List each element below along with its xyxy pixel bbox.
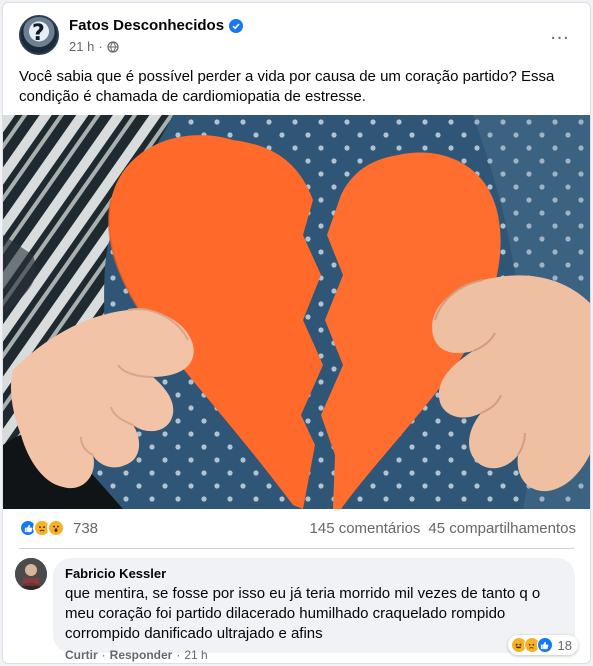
comment-reactions[interactable]: 18 <box>507 635 578 655</box>
post-text: Você sabia que é possível perder a vida … <box>19 68 555 105</box>
comment-bubble: Fabricio Kessler que mentira, se fosse p… <box>53 558 575 653</box>
reply-comment-button[interactable]: Responder <box>110 648 173 662</box>
reactions-summary-bar: 738 145 comentários 45 compartilhamentos <box>19 517 576 539</box>
ellipsis-icon: … <box>549 22 571 44</box>
post-image-broken-heart[interactable] <box>3 115 590 509</box>
like-reaction-icon <box>536 637 553 653</box>
question-mark-logo-icon: ? <box>32 21 45 46</box>
commenter-photo <box>15 558 47 590</box>
meta-separator: · <box>98 39 103 54</box>
comment-author-link[interactable]: Fabricio Kessler <box>65 566 563 582</box>
comment-time-link[interactable]: 21 h <box>184 648 207 662</box>
page-name-link[interactable]: Fatos Desconhecidos <box>69 17 224 34</box>
wow-reaction-icon <box>47 519 65 537</box>
action-separator: · <box>176 648 181 662</box>
post-card: ? Fatos Desconhecidos 21 h · … Você sabi… <box>2 2 591 664</box>
broken-heart-photo <box>3 115 590 509</box>
comments-count-link[interactable]: 145 comentários <box>310 520 421 537</box>
reactions-count[interactable]: 738 <box>73 520 98 537</box>
post-meta: 21 h · <box>69 39 119 54</box>
action-separator: · <box>101 648 106 662</box>
comment-text: que mentira, se fosse por isso eu já ter… <box>65 585 541 642</box>
page-name-row: Fatos Desconhecidos <box>69 17 244 34</box>
more-options-button[interactable]: … <box>546 23 574 43</box>
shares-count-link[interactable]: 45 compartilhamentos <box>428 520 576 537</box>
comment-actions: Curtir · Responder · 21 h <box>65 648 208 662</box>
engagement-stats: 145 comentários 45 compartilhamentos <box>310 520 576 537</box>
divider <box>19 548 574 549</box>
verified-badge-icon <box>229 18 244 33</box>
post-time-link[interactable]: 21 h <box>69 39 94 54</box>
comment-reactions-count: 18 <box>557 637 572 653</box>
reaction-icons[interactable] <box>19 519 65 537</box>
globe-icon[interactable] <box>107 40 119 53</box>
commenter-avatar[interactable] <box>15 558 47 590</box>
post-header: ? Fatos Desconhecidos 21 h · … <box>19 15 574 59</box>
like-comment-button[interactable]: Curtir <box>65 648 98 662</box>
page-avatar[interactable]: ? <box>19 15 59 55</box>
